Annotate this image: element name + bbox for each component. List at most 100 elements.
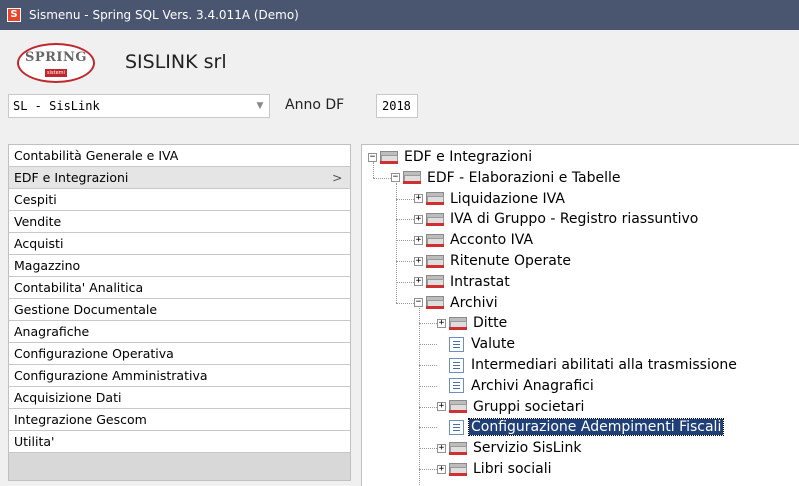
menu-item[interactable]: Gestione Documentale [9,299,350,321]
folder-icon [449,441,467,455]
tree-connector [373,177,391,179]
tree-node[interactable]: + Gruppi societari [437,397,586,417]
menu-item-label: Magazzino [14,258,81,273]
folder-icon [426,296,444,310]
anno-df-label: Anno DF [285,97,345,113]
menu-item[interactable]: EDF e Integrazioni > [9,167,350,189]
tree-connector [396,261,414,262]
logo-text: SPRING [24,50,88,65]
tree-node-label: IVA di Gruppo - Registro riassuntivo [450,211,699,228]
tree-node[interactable]: − EDF - Elaborazioni e Tabelle [391,168,623,188]
window-titlebar: S Sismenu - Spring SQL Vers. 3.4.011A (D… [0,0,799,30]
tree-connector [419,385,437,387]
tree-node-label: Archivi Anagrafici [471,377,594,394]
menu-item-label: Configurazione Operativa [14,346,174,361]
document-icon [449,378,464,394]
menu-item[interactable]: Acquisizione Dati [9,387,350,409]
tree-node[interactable]: + Libri sociali [437,459,553,479]
expand-icon[interactable]: + [414,194,423,204]
tree-node[interactable]: + Liquidazione IVA [414,189,567,209]
collapse-icon[interactable]: − [368,152,377,162]
tree-node-label: Intermediari abilitati alla trasmissione [471,357,737,373]
menu-item-label: Cespiti [14,192,57,207]
folder-icon [403,171,421,185]
folder-icon [380,150,398,164]
logo-subtext: sistemi [45,69,67,77]
tree-node-label: Gruppi societari [473,398,585,415]
tree-node[interactable]: − Archivi [414,293,500,313]
tree-node[interactable]: + IVA di Gruppo - Registro riassuntivo [414,209,700,229]
menu-item[interactable]: Magazzino [9,255,350,277]
tree-node[interactable]: + Ditte [437,313,509,333]
anno-df-field[interactable]: 2018 [376,94,418,118]
chevron-down-icon[interactable]: ▼ [251,101,269,111]
document-icon [449,336,464,352]
menu-item-label: Anagrafiche [14,324,90,339]
spring-app-icon[interactable]: S [7,8,21,22]
menu-item-label: Integrazione Gescom [14,412,147,427]
tree-node-label: Libri sociali [473,461,552,477]
menu-item[interactable]: Contabilita' Analitica [9,277,350,299]
menu-item-label: Acquisizione Dati [14,390,122,405]
tree-node[interactable]: + Intrastat [414,272,512,292]
expand-icon[interactable]: + [414,256,423,266]
expand-icon[interactable]: + [414,277,423,287]
tree-node-label: Ritenute Operate [450,253,571,269]
tree-node[interactable]: Valute [437,334,517,354]
tree-node[interactable]: Intermediari abilitati alla trasmissione [437,355,739,375]
menu-item[interactable]: Integrazione Gescom [9,409,350,431]
tree-node-label: Configurazione Adempimenti Fiscali [467,418,725,437]
tree-connector [419,323,437,325]
menu-item[interactable]: Configurazione Amministrativa [9,365,350,387]
tree-node[interactable]: + Acconto IVA [414,230,535,250]
menu-item[interactable]: Anagrafiche [9,321,350,343]
menu-item[interactable]: Acquisti [9,233,350,255]
tree-node-label: EDF - Elaborazioni e Tabelle [427,169,621,186]
tree-node-label: Acconto IVA [450,232,534,249]
tree-connector [396,302,414,304]
menu-item-label: Contabilità Generale e IVA [14,148,179,163]
collapse-icon[interactable]: − [391,173,400,183]
menu-item[interactable]: Configurazione Operativa [9,343,350,365]
document-icon [449,357,464,373]
expand-icon[interactable]: + [414,214,423,224]
folder-icon [426,233,444,247]
menu-item[interactable]: Cespiti [9,189,350,211]
menu-item-label: Configurazione Amministrativa [14,368,208,383]
menu-item-label: Gestione Documentale [14,302,158,317]
spring-logo: SPRING sistemi [17,43,95,83]
expand-icon[interactable]: + [437,464,446,474]
expand-icon[interactable]: + [437,443,446,453]
expand-icon[interactable]: + [414,235,423,245]
tree-node-label: Valute [471,336,515,353]
collapse-icon[interactable]: − [414,298,423,308]
menu-item[interactable]: Contabilità Generale e IVA [9,145,350,167]
tree-connector [419,469,437,470]
tree-node[interactable]: + Ritenute Operate [414,251,573,271]
document-icon [449,419,464,435]
tree-node[interactable]: Archivi Anagrafici [437,376,596,396]
chevron-right-icon: > [332,170,343,185]
folder-icon [426,275,444,289]
company-select[interactable]: SL - SisLink ▼ [8,94,270,118]
tree-connector [419,406,437,408]
company-name: SISLINK srl [125,51,227,73]
menu-item[interactable]: Vendite [9,211,350,233]
folder-icon [449,400,467,414]
tree-node-label: Intrastat [450,273,510,290]
tree-connector [419,344,437,346]
tree-node-label: Ditte [473,315,508,332]
folder-icon [449,462,467,476]
tree-connector [396,182,397,303]
menu-item[interactable]: Utilita' [9,431,350,453]
module-menu: Contabilità Generale e IVA EDF e Integraz… [8,144,351,481]
tree-connector [419,448,437,450]
tree-node[interactable]: + Servizio SisLink [437,438,583,458]
menu-item-label: Contabilita' Analitica [14,280,144,295]
expand-icon[interactable]: + [437,318,446,328]
tree-connector [396,219,414,221]
tree-node-label: Servizio SisLink [473,440,582,457]
tree-node[interactable]: − EDF e Integrazioni [368,147,534,167]
expand-icon[interactable]: + [437,402,446,412]
tree-node[interactable]: Configurazione Adempimenti Fiscali [437,417,725,437]
